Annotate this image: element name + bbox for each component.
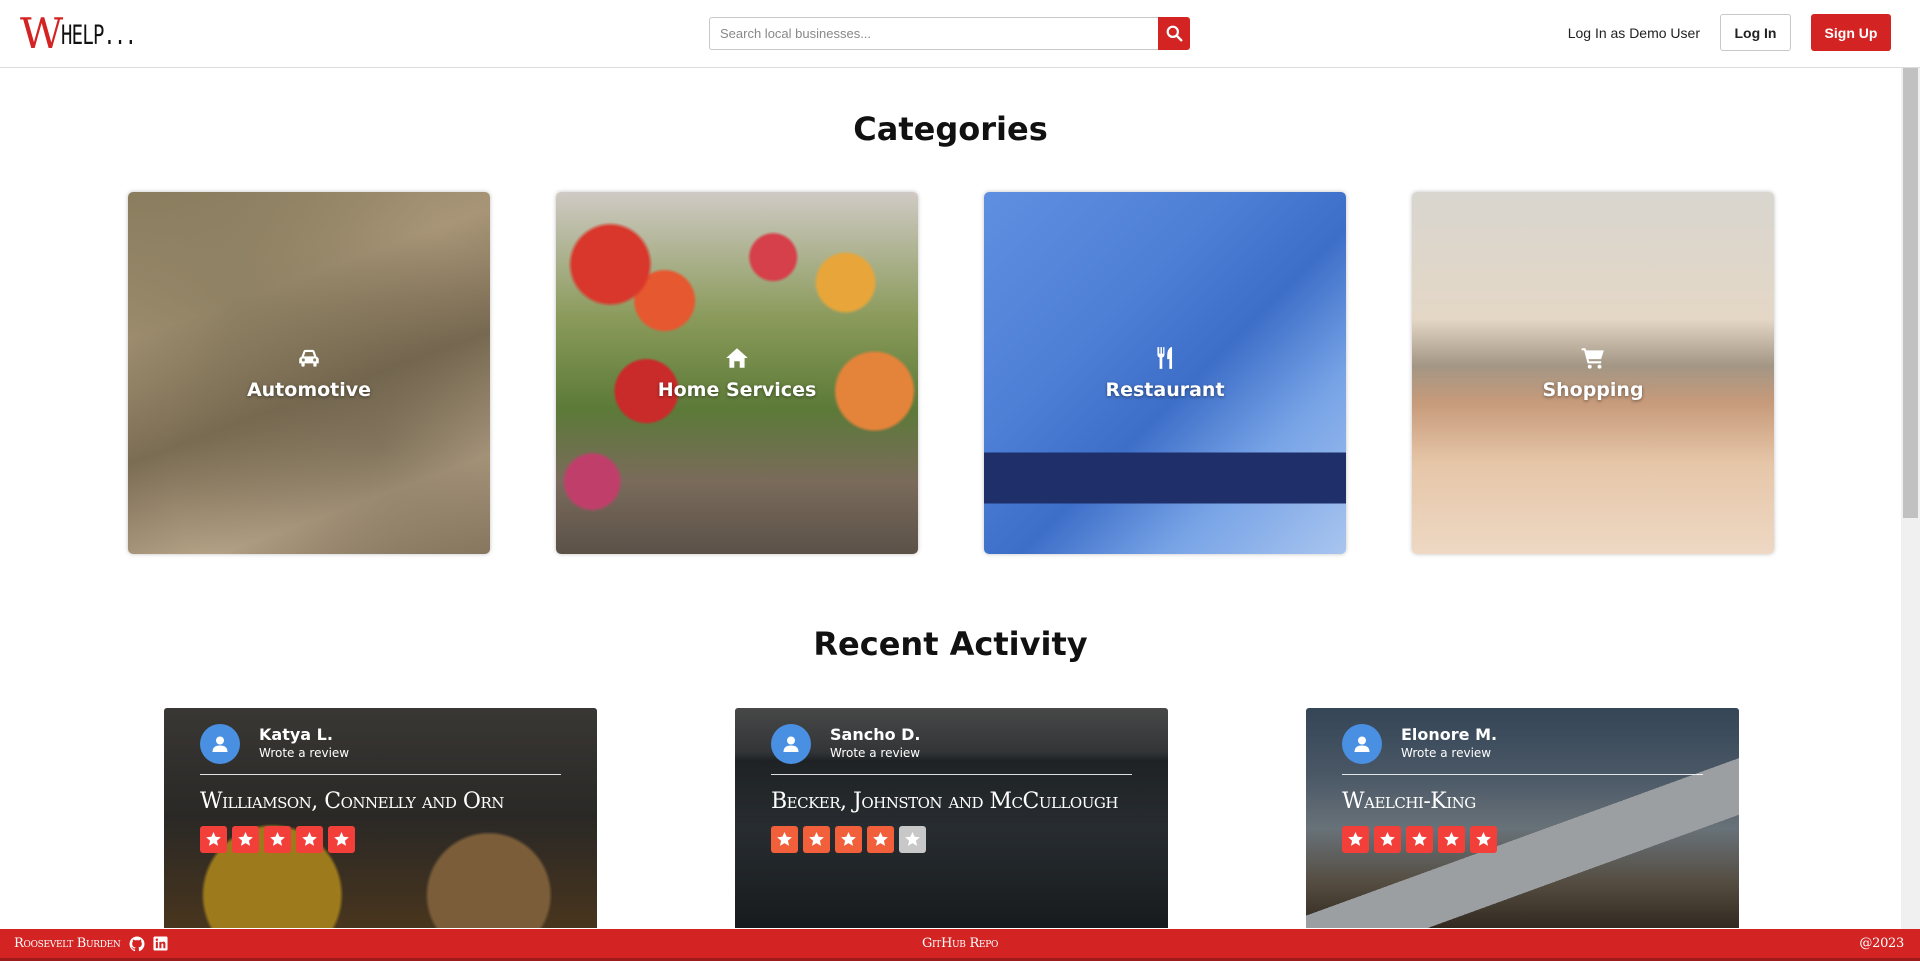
star-icon	[835, 826, 862, 853]
footer-author: Roosevelt Burden	[14, 929, 177, 958]
star-icon	[899, 826, 926, 853]
search-input[interactable]	[709, 17, 1158, 50]
footer-center: GitHub Repo	[0, 929, 1920, 958]
category-label: Shopping	[1542, 379, 1644, 401]
author-name: Roosevelt Burden	[14, 936, 121, 951]
star-rating	[200, 826, 561, 853]
footer: Roosevelt Burden GitHub Repo @2023	[0, 929, 1920, 961]
business-name[interactable]: Becker, Johnston and McCullough	[771, 789, 1132, 814]
categories-heading: Categories	[853, 110, 1048, 148]
activity-user: Elonore M. Wrote a review	[1342, 724, 1703, 764]
avatar[interactable]	[1342, 724, 1382, 764]
footer-right: @2023	[1859, 929, 1904, 958]
activity-content: Katya L. Wrote a review Williamson, Conn…	[200, 724, 561, 853]
star-icon	[200, 826, 227, 853]
activity-card[interactable]: Sancho D. Wrote a review Becker, Johnsto…	[735, 708, 1168, 928]
star-icon	[1470, 826, 1497, 853]
demo-login-link[interactable]: Log In as Demo User	[1568, 25, 1700, 41]
auth-links: Log In as Demo User Log In Sign Up	[1568, 14, 1891, 51]
page-scrollbar[interactable]	[1901, 68, 1920, 929]
search-button[interactable]	[1158, 17, 1190, 50]
activity-card[interactable]: Katya L. Wrote a review Williamson, Conn…	[164, 708, 597, 928]
logo-w: W	[20, 9, 63, 58]
login-button[interactable]: Log In	[1720, 14, 1791, 51]
category-card-automotive[interactable]: Automotive	[128, 192, 490, 554]
user-icon	[1354, 736, 1370, 752]
star-icon	[264, 826, 291, 853]
activity-action: Wrote a review	[830, 746, 921, 760]
activity-user: Sancho D. Wrote a review	[771, 724, 1132, 764]
category-card-home-services[interactable]: Home Services	[556, 192, 918, 554]
category-label: Restaurant	[1105, 379, 1225, 401]
activity-content: Sancho D. Wrote a review Becker, Johnsto…	[771, 724, 1132, 853]
star-icon	[771, 826, 798, 853]
activity-action: Wrote a review	[1401, 746, 1492, 760]
star-rating	[1342, 826, 1703, 853]
divider	[771, 774, 1132, 775]
activity-action: Wrote a review	[259, 746, 350, 760]
car-icon	[299, 349, 319, 367]
github-repo-link[interactable]: GitHub Repo	[922, 936, 998, 951]
github-icon[interactable]	[129, 936, 145, 952]
avatar[interactable]	[200, 724, 240, 764]
user-name[interactable]: Sancho D.	[830, 726, 921, 744]
search-icon	[1166, 25, 1182, 42]
activity-card[interactable]: Elonore M. Wrote a review Waelchi-King	[1306, 708, 1739, 928]
category-card-shopping[interactable]: Shopping	[1412, 192, 1774, 554]
signup-button[interactable]: Sign Up	[1811, 14, 1891, 51]
star-icon	[1406, 826, 1433, 853]
shopping-cart-icon	[1581, 348, 1604, 369]
star-icon	[803, 826, 830, 853]
star-rating	[771, 826, 1132, 853]
top-navbar: W HELP... Log In as Demo User Log In Sig…	[0, 0, 1920, 68]
whelp-logo[interactable]: W HELP...	[20, 12, 168, 56]
star-icon	[1438, 826, 1465, 853]
recent-activity-heading: Recent Activity	[813, 625, 1088, 663]
linkedin-icon[interactable]	[153, 936, 169, 952]
search-bar	[709, 17, 1190, 50]
star-icon	[1374, 826, 1401, 853]
logo-text: HELP...	[61, 20, 136, 51]
user-icon	[212, 736, 228, 752]
star-icon	[296, 826, 323, 853]
activity-content: Elonore M. Wrote a review Waelchi-King	[1342, 724, 1703, 853]
user-icon	[783, 736, 799, 752]
category-label: Home Services	[657, 379, 817, 401]
user-name[interactable]: Elonore M.	[1401, 726, 1497, 744]
star-icon	[867, 826, 894, 853]
category-card-restaurant[interactable]: Restaurant	[984, 192, 1346, 554]
star-icon	[1342, 826, 1369, 853]
activity-user: Katya L. Wrote a review	[200, 724, 561, 764]
user-name[interactable]: Katya L.	[259, 726, 349, 744]
category-label: Automotive	[246, 379, 372, 401]
utensils-icon	[1157, 347, 1173, 369]
divider	[1342, 774, 1703, 775]
business-name[interactable]: Waelchi-King	[1342, 789, 1703, 814]
home-icon	[726, 348, 748, 368]
star-icon	[232, 826, 259, 853]
business-name[interactable]: Williamson, Connelly and Orn	[200, 789, 561, 814]
divider	[200, 774, 561, 775]
star-icon	[328, 826, 355, 853]
copyright-text: @2023	[1859, 936, 1904, 951]
scrollbar-thumb[interactable]	[1903, 68, 1918, 518]
avatar[interactable]	[771, 724, 811, 764]
